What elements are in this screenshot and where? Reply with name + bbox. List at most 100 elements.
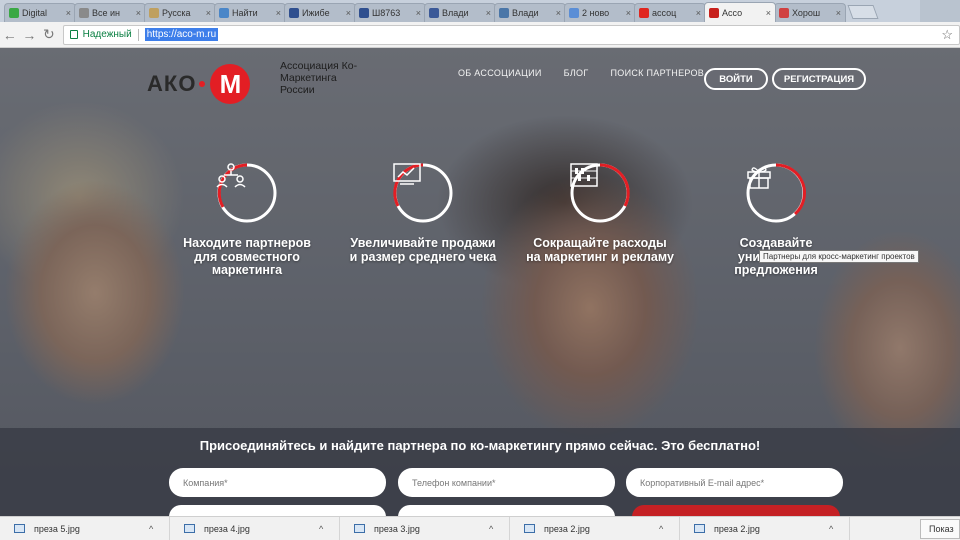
browser-tab[interactable]: Ижибе × [284, 3, 356, 22]
browser-tab[interactable]: 2 ново × [564, 3, 636, 22]
browser-tab[interactable]: ассоц × [634, 3, 706, 22]
favicon-icon [289, 8, 299, 18]
favicon-icon [219, 8, 229, 18]
image-file-icon [524, 524, 535, 533]
tab-close-icon[interactable]: × [276, 8, 281, 18]
browser-tab[interactable]: Русска × [144, 3, 216, 22]
favicon-icon [429, 8, 439, 18]
browser-tab[interactable]: Digital × [4, 3, 76, 22]
company-input[interactable]: Компания* [169, 468, 386, 497]
tab-strip: Digital × Все ин × Русска × Найти × Ижибе × Ш… [0, 0, 960, 22]
tab-label: Русска [162, 8, 191, 18]
download-item[interactable]: преза 2.jpg ^ [510, 516, 680, 540]
second-row-input[interactable] [169, 505, 386, 516]
tab-close-icon[interactable]: × [346, 8, 351, 18]
abacus-icon [569, 162, 631, 224]
signup-title: Присоединяйтесь и найдите партнера по ко… [199, 438, 761, 453]
favicon-icon [9, 8, 19, 18]
tab-label: Хорош [792, 8, 821, 18]
tab-label: ассоц [652, 8, 677, 18]
tab-close-icon[interactable]: × [556, 8, 561, 18]
nav-link-about[interactable]: ОБ АССОЦИАЦИИ [458, 68, 542, 78]
secure-label: Надежный [82, 29, 132, 40]
feature-ring [569, 162, 631, 224]
submit-button[interactable] [632, 505, 840, 516]
address-bar[interactable]: Надежный https://aco-m.ru ☆ [62, 24, 960, 45]
forward-arrow-icon[interactable]: → [20, 27, 40, 43]
tab-close-icon[interactable]: × [836, 8, 841, 18]
separator [137, 28, 139, 41]
chevron-up-icon[interactable]: ^ [319, 524, 339, 534]
tab-close-icon[interactable]: × [66, 8, 71, 18]
back-arrow-icon[interactable]: ← [0, 27, 20, 43]
url-text[interactable]: https://aco-m.ru [144, 28, 219, 41]
download-filename: преза 4.jpg [204, 523, 250, 534]
phone-input[interactable]: Телефон компании* [398, 468, 615, 497]
browser-tab[interactable]: Найти × [214, 3, 286, 22]
feature-ring [745, 162, 807, 224]
browser-tab[interactable]: Хорош × [774, 3, 846, 22]
second-row-input[interactable] [398, 505, 615, 516]
logo-text: АКО [147, 71, 197, 96]
register-button[interactable]: РЕГИСТРАЦИЯ [772, 68, 866, 90]
image-file-icon [14, 524, 25, 533]
nav-link-blog[interactable]: БЛОГ [564, 68, 589, 78]
browser-tab[interactable]: Все ин × [74, 3, 146, 22]
favicon-icon [569, 8, 579, 18]
image-file-icon [694, 524, 705, 533]
site-nav: ОБ АССОЦИАЦИИ БЛОГ ПОИСК ПАРТНЕРОВ [458, 68, 726, 78]
tab-close-icon[interactable]: × [486, 8, 491, 18]
image-file-icon [184, 524, 195, 533]
chevron-up-icon[interactable]: ^ [659, 524, 679, 534]
feature-cut-costs: Сокращайте расходы на маркетинг и реклам… [525, 162, 675, 264]
logo-dot [199, 81, 206, 87]
tooltip: Партнеры для кросс-маркетинг проектов [759, 250, 919, 263]
download-item[interactable]: преза 4.jpg ^ [170, 516, 340, 540]
feature-text: Увеличивайте продажи и размер среднего ч… [349, 236, 497, 264]
favicon-icon [359, 8, 369, 18]
tab-label: Ш8763 [372, 8, 401, 18]
chevron-up-icon[interactable]: ^ [489, 524, 509, 534]
chevron-up-icon[interactable]: ^ [829, 524, 849, 534]
email-input[interactable]: Корпоративный E-mail адрес* [626, 468, 843, 497]
tab-close-icon[interactable]: × [206, 8, 211, 18]
download-item[interactable]: преза 2.jpg ^ [680, 516, 850, 540]
download-filename: преза 3.jpg [374, 523, 420, 534]
feature-increase-sales: Увеличивайте продажи и размер среднего ч… [348, 162, 498, 264]
favicon-icon [499, 8, 509, 18]
logo-subtitle: Ассоциация Ко-Маркетинга России [280, 60, 358, 96]
nav-link-search-partners[interactable]: ПОИСК ПАРТНЕРОВ [611, 68, 705, 78]
chart-icon [392, 162, 454, 224]
favicon-icon [149, 8, 159, 18]
signup-form: Присоединяйтесь и найдите партнера по ко… [0, 428, 960, 516]
login-button[interactable]: ВОЙТИ [704, 68, 768, 90]
tab-label: Ассо [722, 7, 743, 18]
new-tab-button[interactable] [847, 5, 879, 19]
site-logo[interactable]: АКО М [147, 64, 251, 104]
downloads-bar: преза 5.jpg ^ преза 4.jpg ^ преза 3.jpg ^ п… [0, 516, 960, 540]
tab-label: Влади [512, 8, 539, 18]
show-all-downloads-button[interactable]: Показ [920, 519, 960, 539]
browser-tab[interactable]: Влади × [424, 3, 496, 22]
gift-icon [745, 162, 807, 224]
download-filename: преза 2.jpg [714, 523, 760, 534]
reload-icon[interactable]: ↻ [39, 26, 59, 43]
tab-close-icon[interactable]: × [626, 8, 631, 18]
tab-close-icon[interactable]: × [416, 8, 421, 18]
tab-close-icon[interactable]: × [136, 8, 141, 18]
download-item[interactable]: преза 3.jpg ^ [340, 516, 510, 540]
browser-tab-active[interactable]: Ассо × [704, 2, 776, 22]
logo-mark: М [210, 64, 251, 104]
tab-close-icon[interactable]: × [696, 8, 701, 18]
download-filename: преза 5.jpg [34, 523, 80, 534]
feature-text: Сокращайте расходы на маркетинг и реклам… [526, 236, 674, 264]
window-controls[interactable] [920, 0, 960, 22]
chevron-up-icon[interactable]: ^ [149, 524, 169, 534]
feature-text: Находите партнеров для совместного марке… [183, 236, 311, 277]
bookmark-star-icon[interactable]: ☆ [941, 27, 953, 43]
browser-tab[interactable]: Ш8763 × [354, 3, 426, 22]
tab-close-icon[interactable]: × [766, 8, 771, 18]
browser-tab[interactable]: Влади × [494, 3, 566, 22]
feature-ring [392, 162, 454, 224]
download-item[interactable]: преза 5.jpg ^ [0, 516, 170, 540]
